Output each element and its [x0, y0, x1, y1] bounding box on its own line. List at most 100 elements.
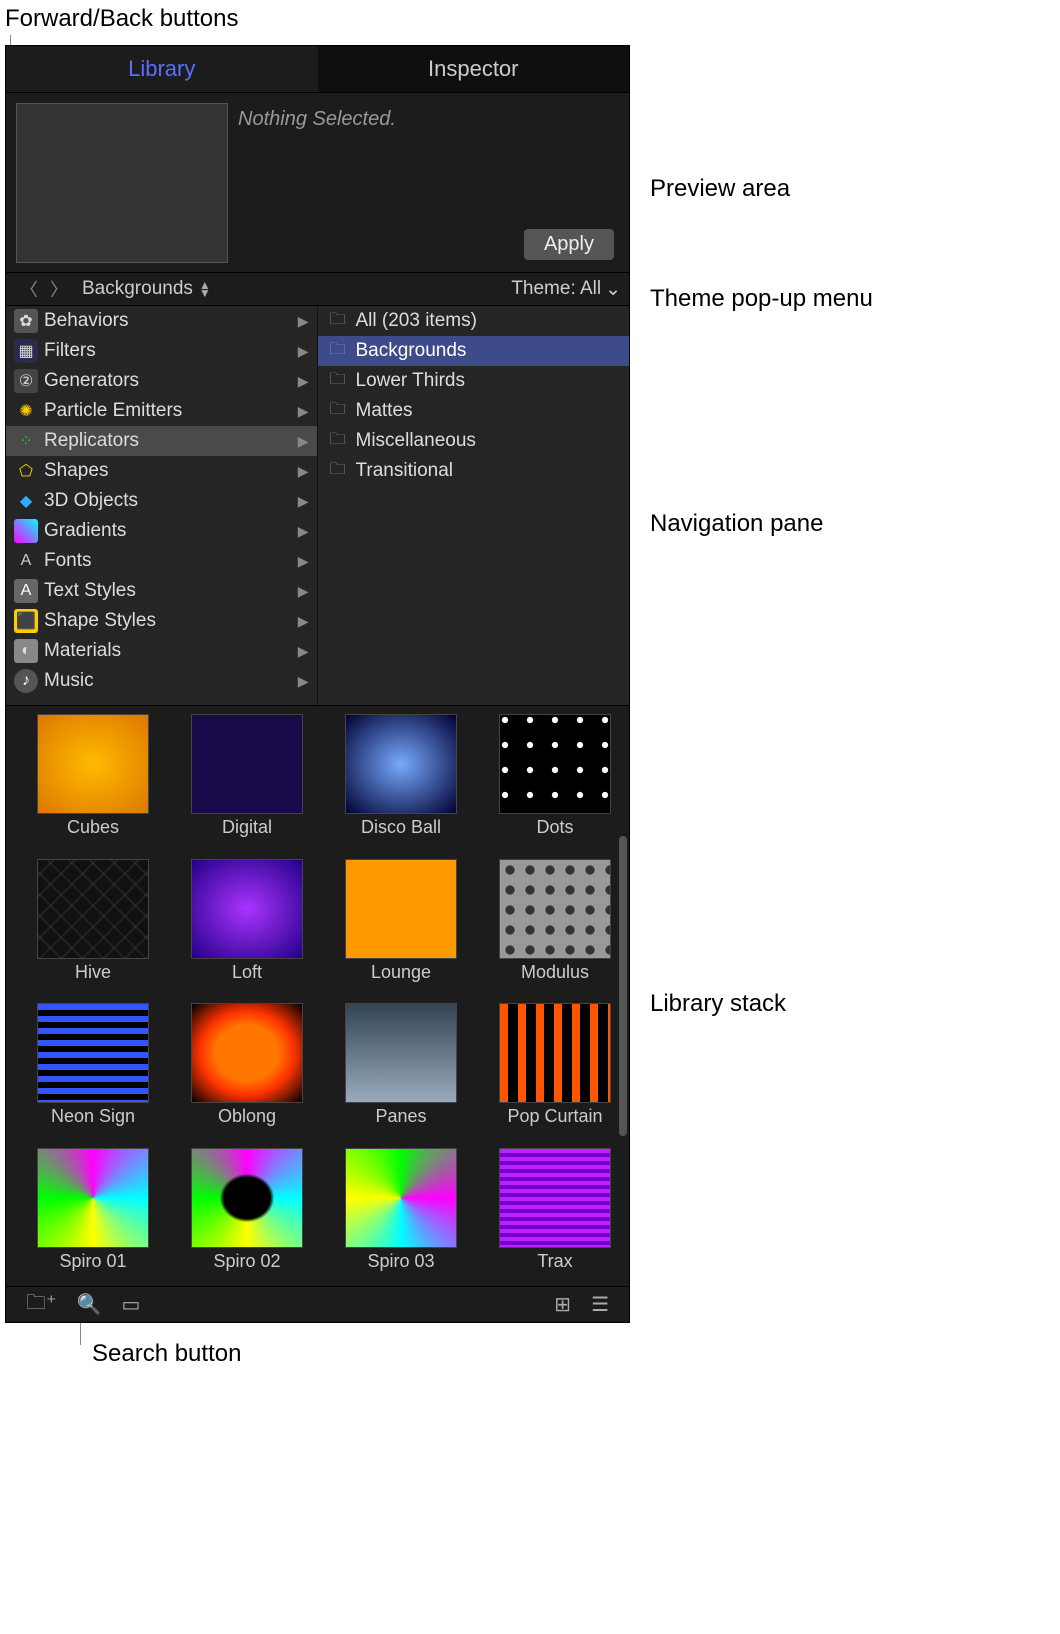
category-fonts[interactable]: AFonts▶: [6, 546, 317, 576]
category-label: Shape Styles: [44, 610, 156, 632]
category-label: Shapes: [44, 460, 108, 482]
icon-view-button[interactable]: ⊞: [544, 1292, 581, 1317]
category-label: Filters: [44, 340, 96, 362]
category-list: ✿Behaviors▶ ▦Filters▶ ②Generators▶ ✺Part…: [6, 306, 318, 705]
thumbnail: [499, 859, 611, 959]
stack-item-trax[interactable]: Trax: [480, 1148, 629, 1287]
thumbnail: [499, 1148, 611, 1248]
generator-icon: ②: [14, 369, 38, 393]
subcategory-label: Backgrounds: [356, 340, 467, 362]
subcategory-label: Mattes: [356, 400, 413, 422]
font-icon: A: [14, 549, 38, 573]
tab-inspector[interactable]: Inspector: [318, 46, 630, 92]
breadcrumb[interactable]: Backgrounds ▲▼: [74, 278, 219, 300]
stack-item-spiro-02[interactable]: Spiro 02: [172, 1148, 322, 1287]
stack-item-digital[interactable]: Digital: [172, 714, 322, 853]
category-behaviors[interactable]: ✿Behaviors▶: [6, 306, 317, 336]
stack-item-neon-sign[interactable]: Neon Sign: [18, 1003, 168, 1142]
stack-item-cubes[interactable]: Cubes: [18, 714, 168, 853]
thumbnail: [345, 714, 457, 814]
path-button[interactable]: ▭: [111, 1292, 150, 1317]
category-label: Behaviors: [44, 310, 129, 332]
category-generators[interactable]: ②Generators▶: [6, 366, 317, 396]
library-stack: Cubes Digital Disco Ball Dots Hive Loft …: [6, 706, 629, 1286]
music-icon: ♪: [14, 669, 38, 693]
stack-label: Modulus: [521, 962, 589, 983]
category-music[interactable]: ♪Music▶: [6, 666, 317, 696]
stack-label: Hive: [75, 962, 111, 983]
list-view-button[interactable]: ☰: [581, 1292, 619, 1317]
chevron-right-icon: ▶: [298, 313, 309, 330]
stack-label: Loft: [232, 962, 262, 983]
folder-icon: 🗀: [326, 339, 350, 363]
stack-item-lounge[interactable]: Lounge: [326, 859, 476, 998]
subcategory-label: Transitional: [356, 460, 454, 482]
gradient-icon: [14, 519, 38, 543]
forward-button[interactable]: 〉: [44, 276, 74, 302]
category-filters[interactable]: ▦Filters▶: [6, 336, 317, 366]
stack-label: Lounge: [371, 962, 431, 983]
thumbnail: [37, 714, 149, 814]
category-label: 3D Objects: [44, 490, 138, 512]
subcategory-label: Lower Thirds: [356, 370, 465, 392]
stack-item-panes[interactable]: Panes: [326, 1003, 476, 1142]
annotation-preview-area: Preview area: [650, 175, 790, 203]
material-icon: ◐: [14, 639, 38, 663]
annotation-search-button: Search button: [92, 1340, 241, 1368]
thumbnail: [345, 859, 457, 959]
thumbnail: [37, 859, 149, 959]
stack-item-spiro-01[interactable]: Spiro 01: [18, 1148, 168, 1287]
stack-label: Pop Curtain: [507, 1106, 602, 1127]
thumbnail: [37, 1148, 149, 1248]
folder-icon: 🗀: [326, 369, 350, 393]
search-button[interactable]: 🔍: [67, 1292, 112, 1317]
new-folder-button[interactable]: 🗀⁺: [16, 1288, 67, 1322]
apply-button[interactable]: Apply: [524, 229, 614, 260]
annotation-navigation-pane: Navigation pane: [650, 510, 823, 538]
stack-label: Oblong: [218, 1106, 276, 1127]
tab-library[interactable]: Library: [6, 46, 318, 92]
folder-icon: 🗀: [326, 459, 350, 483]
shape-style-icon: ⬛: [14, 609, 38, 633]
stack-item-hive[interactable]: Hive: [18, 859, 168, 998]
back-button[interactable]: 〈: [14, 276, 44, 302]
category-3d-objects[interactable]: ◆3D Objects▶: [6, 486, 317, 516]
category-replicators[interactable]: ⁘Replicators▶: [6, 426, 317, 456]
category-label: Music: [44, 670, 94, 692]
category-shape-styles[interactable]: ⬛Shape Styles▶: [6, 606, 317, 636]
category-materials[interactable]: ◐Materials▶: [6, 636, 317, 666]
stack-item-oblong[interactable]: Oblong: [172, 1003, 322, 1142]
category-particle-emitters[interactable]: ✺Particle Emitters▶: [6, 396, 317, 426]
subcategory-label: All (203 items): [356, 310, 477, 332]
stack-label: Disco Ball: [361, 817, 441, 838]
theme-popup-menu[interactable]: Theme: All ⌄: [511, 278, 621, 301]
category-shapes[interactable]: ⬠Shapes▶: [6, 456, 317, 486]
subcategory-lower-thirds[interactable]: 🗀 Lower Thirds: [318, 366, 630, 396]
shape-icon: ⬠: [14, 459, 38, 483]
subcategory-miscellaneous[interactable]: 🗀Miscellaneous: [318, 426, 630, 456]
stack-label: Spiro 02: [213, 1251, 280, 1272]
cube-icon: ◆: [14, 489, 38, 513]
subcategory-transitional[interactable]: 🗀 Transitional: [318, 456, 630, 486]
thumbnail: [191, 714, 303, 814]
scrollbar[interactable]: [619, 836, 627, 1136]
stack-item-modulus[interactable]: Modulus: [480, 859, 629, 998]
folder-icon: 🗀: [326, 399, 350, 423]
subcategory-all[interactable]: 🗀All (203 items): [318, 306, 630, 336]
thumbnail: [499, 1003, 611, 1103]
annotation-line: [80, 1320, 81, 1345]
thumbnail: [191, 1003, 303, 1103]
category-gradients[interactable]: Gradients▶: [6, 516, 317, 546]
subcategory-backgrounds[interactable]: 🗀 Backgrounds: [318, 336, 630, 366]
library-panel: Library Inspector Nothing Selected. Appl…: [5, 45, 630, 1323]
category-text-styles[interactable]: AText Styles▶: [6, 576, 317, 606]
stack-item-disco-ball[interactable]: Disco Ball: [326, 714, 476, 853]
stack-item-spiro-03[interactable]: Spiro 03: [326, 1148, 476, 1287]
stack-item-pop-curtain[interactable]: Pop Curtain: [480, 1003, 629, 1142]
stack-item-dots[interactable]: Dots: [480, 714, 629, 853]
chevron-right-icon: ▶: [298, 403, 309, 420]
stack-item-loft[interactable]: Loft: [172, 859, 322, 998]
subcategory-mattes[interactable]: 🗀 Mattes: [318, 396, 630, 426]
stack-label: Cubes: [67, 817, 119, 838]
updown-icon: ▲▼: [199, 281, 211, 297]
